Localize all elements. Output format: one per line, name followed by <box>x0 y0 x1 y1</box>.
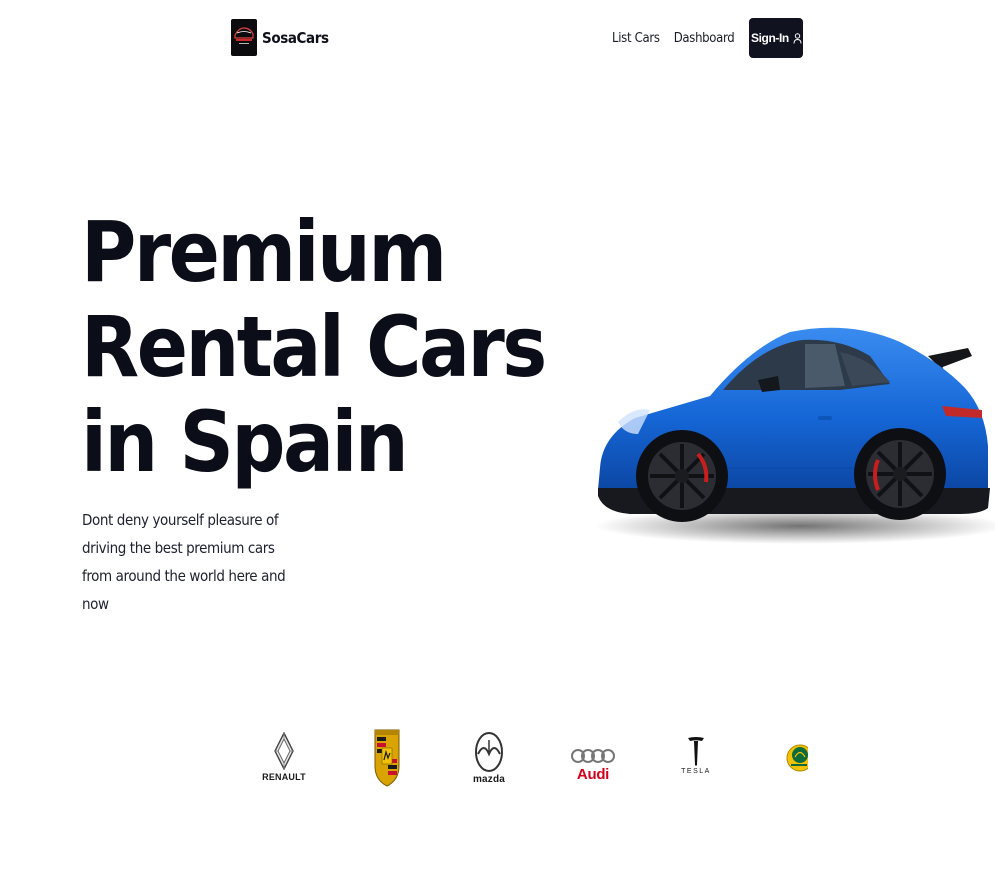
brand-name-audi: Audi <box>576 766 610 783</box>
hero-title: Premium Rental Cars in Spain <box>81 203 547 491</box>
audi-logo-icon: Audi <box>570 744 616 814</box>
brand-name: SosaCars <box>262 28 329 47</box>
sign-in-label: Sign-In <box>751 31 789 45</box>
top-navbar: SosaCars List Cars Dashboard Sign-In <box>0 0 998 76</box>
renault-logo-icon: RENAULT <box>262 732 306 802</box>
brand-name-tesla: TESLA <box>681 768 711 775</box>
porsche-logo-icon <box>372 728 402 798</box>
brand-name-renault: RENAULT <box>262 772 306 782</box>
brand-name-mazda: mazda <box>472 774 506 785</box>
brand-logos-strip: RENAULT mazda Audi TESLA <box>0 724 998 804</box>
brand-logo-link[interactable]: SosaCars <box>231 19 329 56</box>
tesla-logo-icon: TESLA <box>680 736 712 806</box>
hero-subtitle: Dont deny yourself pleasure of driving t… <box>82 511 286 613</box>
nav-link-list-cars[interactable]: List Cars <box>612 31 660 46</box>
hero-title-line: in Spain <box>81 393 409 491</box>
sign-in-button[interactable]: Sign-In <box>749 18 804 58</box>
car-logo-icon <box>231 19 257 56</box>
hero-car-image <box>590 318 998 548</box>
hero-title-line: Premium <box>81 203 447 301</box>
mazda-logo-icon: mazda <box>468 732 510 802</box>
lotus-logo-icon <box>786 736 808 806</box>
main-nav: List Cars Dashboard Sign-In <box>612 18 804 58</box>
nav-link-dashboard[interactable]: Dashboard <box>674 31 735 46</box>
user-icon <box>793 32 802 44</box>
hero-title-line: Rental Cars <box>81 298 547 396</box>
